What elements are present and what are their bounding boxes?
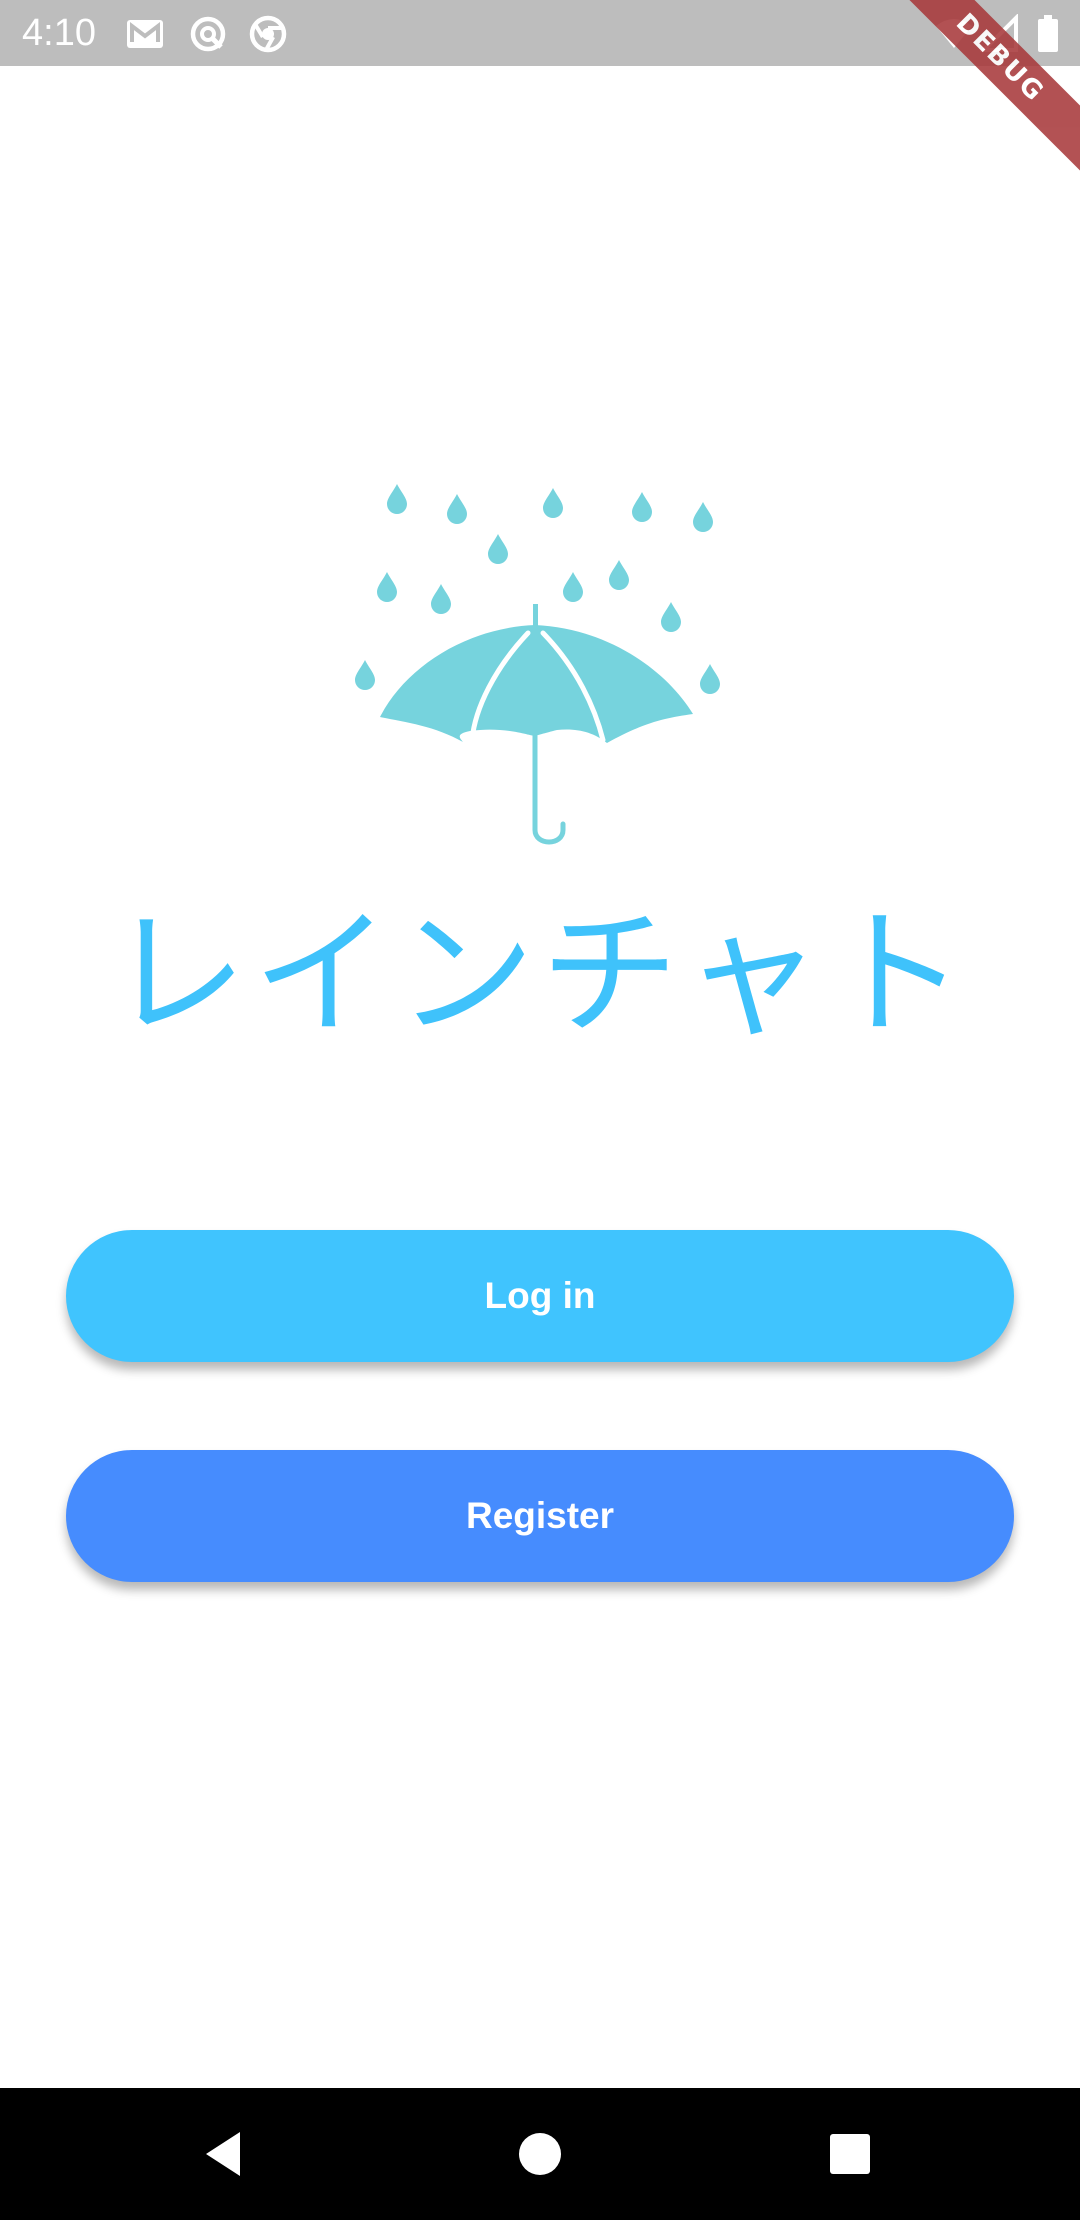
battery-icon (1036, 14, 1060, 54)
umbrella-rain-icon (345, 478, 735, 858)
recents-icon[interactable] (810, 2114, 890, 2194)
welcome-screen: 4:10 DEBUG レインチャト Log in Register (0, 0, 1080, 2220)
chrome-icon (248, 14, 288, 54)
register-button[interactable]: Register (66, 1450, 1014, 1582)
login-button[interactable]: Log in (66, 1230, 1014, 1362)
sync-icon (188, 14, 228, 54)
home-icon[interactable] (500, 2114, 580, 2194)
navigation-bar (0, 2088, 1080, 2220)
status-time: 4:10 (22, 12, 96, 54)
gmail-icon (125, 14, 165, 54)
app-title: レインチャト (108, 894, 972, 1055)
status-bar: 4:10 (0, 0, 1080, 66)
back-icon[interactable] (186, 2114, 266, 2194)
